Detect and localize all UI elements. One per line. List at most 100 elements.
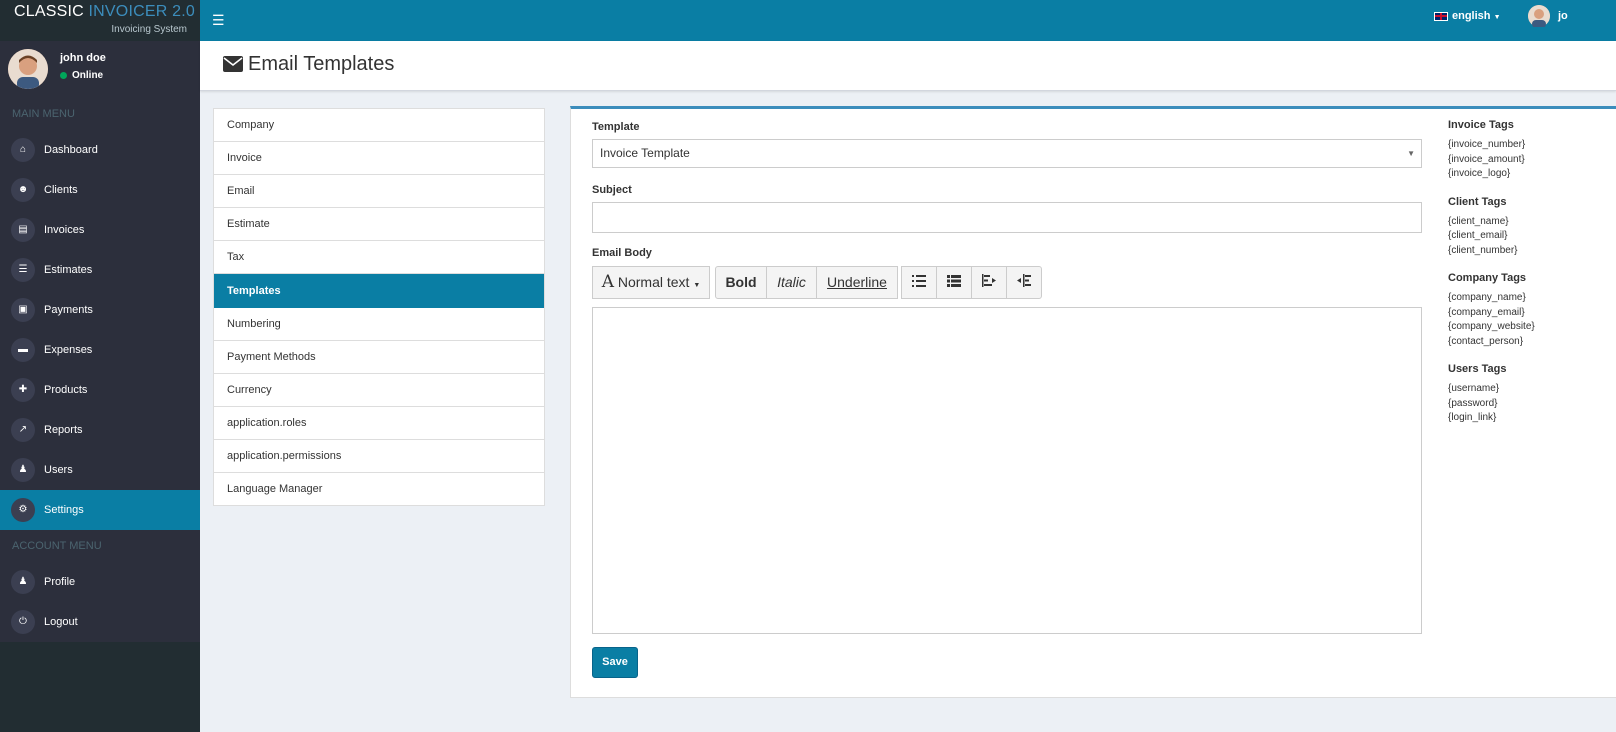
subject-input[interactable] bbox=[592, 202, 1422, 233]
tag-item[interactable]: {invoice_amount} bbox=[1448, 153, 1535, 168]
italic-button[interactable]: Italic bbox=[766, 266, 817, 299]
list-ol-icon bbox=[947, 275, 961, 287]
tag-item[interactable]: {client_email} bbox=[1448, 229, 1535, 244]
file-pdf-icon: ▤ bbox=[11, 218, 35, 242]
outdent-icon bbox=[982, 274, 996, 287]
sidebar-item-logout[interactable]: ⏻ Logout bbox=[0, 602, 200, 642]
settings-nav-item[interactable]: Numbering bbox=[214, 308, 544, 341]
tag-group-title: Invoice Tags bbox=[1448, 119, 1514, 131]
user-status: Online bbox=[60, 70, 103, 81]
sidebar-item-label: Users bbox=[44, 464, 73, 476]
cogs-icon: ⚙ bbox=[11, 498, 35, 522]
language-dropdown[interactable]: english ▼ bbox=[1434, 10, 1501, 22]
settings-nav-item[interactable]: Estimate bbox=[214, 208, 544, 241]
tag-group: Client Tags {client_name} {client_email} {c… bbox=[1448, 196, 1535, 259]
sidebar-item-profile[interactable]: ♟ Profile bbox=[0, 562, 200, 602]
sidebar-item-dashboard[interactable]: ⌂ Dashboard bbox=[0, 130, 200, 170]
user-profile-icon: ♟ bbox=[11, 570, 35, 594]
tag-item[interactable]: {company_website} bbox=[1448, 320, 1535, 335]
settings-nav-item[interactable]: application.roles bbox=[214, 407, 544, 440]
hamburger-menu-icon[interactable]: ☰ bbox=[212, 12, 225, 29]
tag-item[interactable]: {password} bbox=[1448, 397, 1535, 412]
user-status-text: Online bbox=[72, 70, 104, 81]
tag-item[interactable]: {client_name} bbox=[1448, 215, 1535, 230]
font-style-dropdown[interactable]: A Normal text ▼ bbox=[592, 266, 710, 299]
sidebar-item-label: Settings bbox=[44, 504, 84, 516]
users-icon: ☻ bbox=[11, 178, 35, 202]
user-name: john doe bbox=[60, 52, 106, 64]
credit-card-icon: ▬ bbox=[11, 338, 35, 362]
tag-item[interactable]: {company_name} bbox=[1448, 291, 1535, 306]
sidebar-item-label: Profile bbox=[44, 576, 76, 588]
tag-item[interactable]: {client_number} bbox=[1448, 244, 1535, 259]
settings-nav-item[interactable]: Currency bbox=[214, 374, 544, 407]
brand[interactable]: CLASSIC INVOICER 2.0 Invoicing System bbox=[0, 0, 200, 41]
tag-item[interactable]: {username} bbox=[1448, 382, 1535, 397]
tag-group: Company Tags {company_name} {company_email… bbox=[1448, 272, 1535, 349]
tag-item[interactable]: {contact_person} bbox=[1448, 335, 1535, 350]
template-select[interactable]: Invoice Template ▼ bbox=[592, 139, 1422, 168]
underline-button[interactable]: Underline bbox=[816, 266, 898, 299]
sidebar-item-label: Expenses bbox=[44, 344, 93, 356]
power-icon: ⏻ bbox=[11, 610, 35, 634]
sidebar-item-label: Invoices bbox=[44, 224, 85, 236]
settings-nav-item[interactable]: Email bbox=[214, 175, 544, 208]
sidebar-item-payments[interactable]: ▣ Payments bbox=[0, 290, 200, 330]
language-label: english bbox=[1452, 10, 1491, 22]
tag-item[interactable]: {invoice_number} bbox=[1448, 138, 1535, 153]
tag-group: Users Tags {username} {password} {login_lin… bbox=[1448, 363, 1535, 426]
settings-nav-item[interactable]: application.permissions bbox=[214, 440, 544, 473]
sidebar-item-products[interactable]: ✚ Products bbox=[0, 370, 200, 410]
bold-button[interactable]: Bold bbox=[715, 266, 767, 299]
main-menu-header: MAIN MENU bbox=[0, 98, 200, 130]
email-body-label: Email Body bbox=[592, 247, 652, 259]
sidebar-item-estimates[interactable]: ☰ Estimates bbox=[0, 250, 200, 290]
brand-logo: CLASSIC INVOICER 2.0 bbox=[14, 3, 195, 21]
save-button[interactable]: Save bbox=[592, 647, 638, 678]
settings-nav-item[interactable]: Payment Methods bbox=[214, 341, 544, 374]
tag-item[interactable]: {invoice_logo} bbox=[1448, 167, 1535, 182]
sidebar-item-reports[interactable]: ↗ Reports bbox=[0, 410, 200, 450]
sidebar-item-clients[interactable]: ☻ Clients bbox=[0, 170, 200, 210]
outdent-button[interactable] bbox=[971, 266, 1007, 299]
brand-name-accent: INVOICER 2.0 bbox=[88, 3, 195, 20]
tag-item[interactable]: {company_email} bbox=[1448, 306, 1535, 321]
caret-down-icon: ▼ bbox=[693, 282, 701, 289]
sidebar-item-label: Estimates bbox=[44, 264, 93, 276]
list-ul-icon bbox=[912, 275, 926, 287]
top-avatar[interactable] bbox=[1528, 5, 1550, 28]
tag-item[interactable]: {login_link} bbox=[1448, 411, 1535, 426]
online-dot-icon bbox=[60, 71, 67, 79]
template-select-value: Invoice Template bbox=[600, 146, 690, 160]
select-caret-icon: ▼ bbox=[1407, 149, 1415, 158]
settings-nav-item[interactable]: Tax bbox=[214, 241, 544, 274]
settings-nav-item[interactable]: Invoice bbox=[214, 142, 544, 175]
sidebar-item-users[interactable]: ♟ Users bbox=[0, 450, 200, 490]
envelope-icon bbox=[222, 55, 244, 76]
sidebar-item-label: Clients bbox=[44, 184, 78, 196]
settings-nav-item[interactable]: Company bbox=[214, 109, 544, 142]
settings-nav: Company Invoice Email Estimate Tax Templates N… bbox=[213, 108, 545, 506]
tag-group-title: Client Tags bbox=[1448, 195, 1507, 208]
normal-text-label: Normal text bbox=[617, 274, 690, 290]
email-body-editor[interactable] bbox=[592, 307, 1422, 634]
sidebar-item-expenses[interactable]: ▬ Expenses bbox=[0, 330, 200, 370]
user-icon: ♟ bbox=[11, 458, 35, 482]
home-icon: ⌂ bbox=[11, 138, 35, 162]
subject-label: Subject bbox=[592, 184, 632, 196]
settings-nav-item[interactable]: Templates bbox=[214, 274, 544, 308]
caret-down-icon: ▼ bbox=[1493, 14, 1501, 21]
settings-nav-item[interactable]: Language Manager bbox=[214, 473, 544, 505]
sidebar-item-settings[interactable]: ⚙ Settings bbox=[0, 490, 200, 530]
tag-group: Invoice Tags {invoice_number} {invoice_amo… bbox=[1448, 119, 1535, 182]
indent-button[interactable] bbox=[1006, 266, 1042, 299]
user-panel: john doe Online bbox=[0, 41, 200, 98]
top-user-name[interactable]: jo bbox=[1558, 10, 1568, 22]
unordered-list-button[interactable] bbox=[901, 266, 937, 299]
sidebar-item-invoices[interactable]: ▤ Invoices bbox=[0, 210, 200, 250]
template-tags-panel: Invoice Tags {invoice_number} {invoice_amo… bbox=[1448, 119, 1535, 440]
chart-line-icon: ↗ bbox=[11, 418, 35, 442]
sidebar-item-label: Products bbox=[44, 384, 88, 396]
ordered-list-button[interactable] bbox=[936, 266, 972, 299]
sidebar-item-label: Logout bbox=[44, 616, 78, 628]
